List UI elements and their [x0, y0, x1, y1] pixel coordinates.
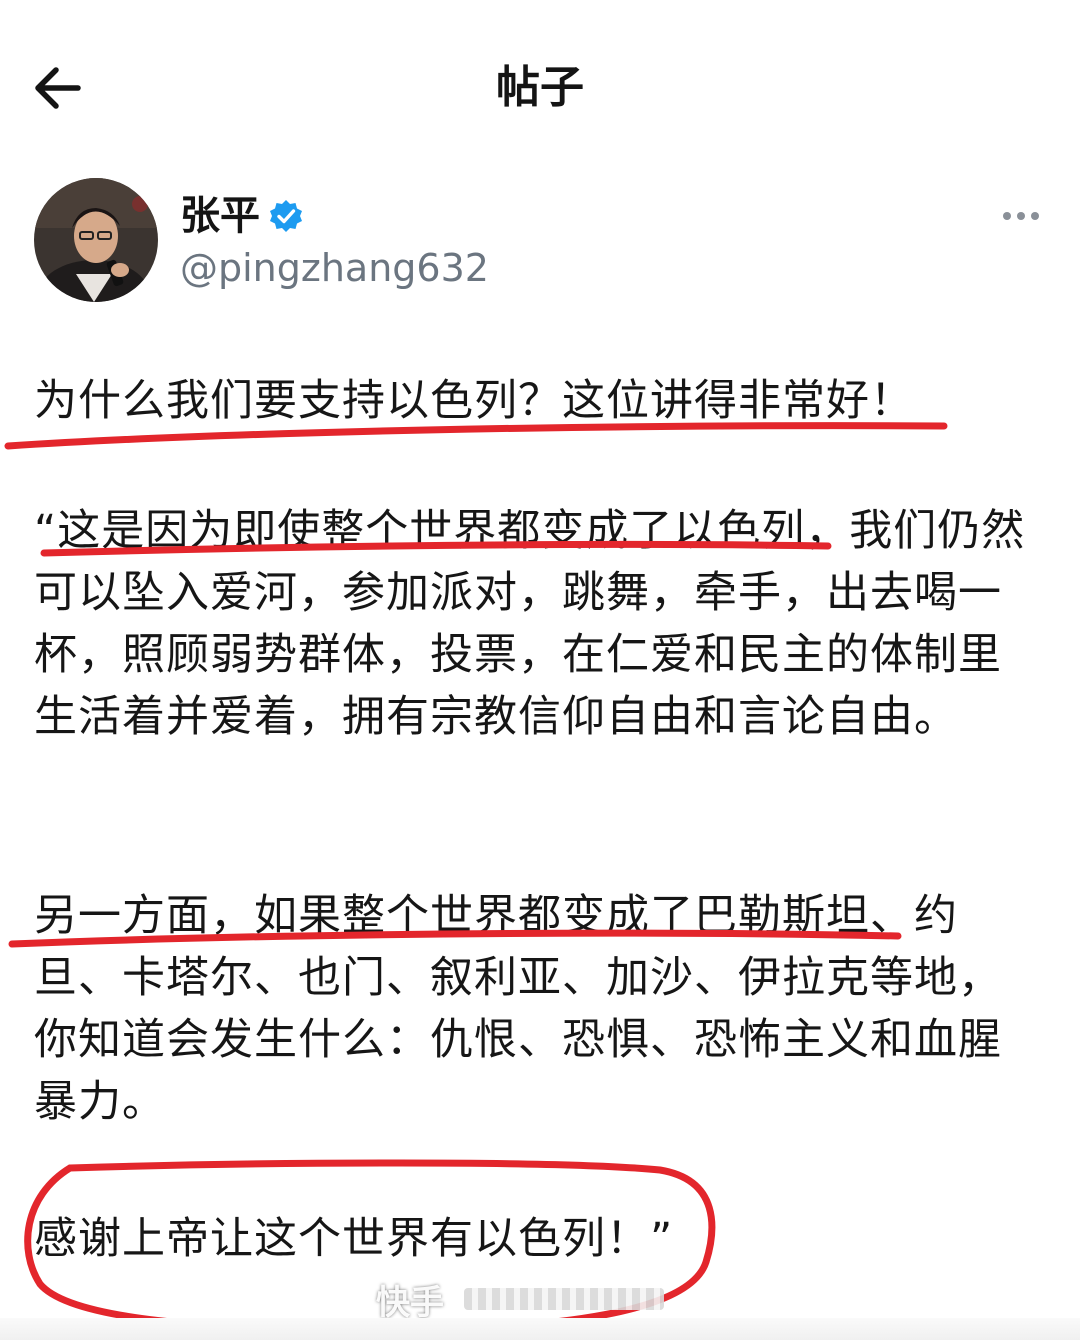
watermark: 快手: [376, 1274, 664, 1324]
author-handle: @pingzhang632: [180, 246, 489, 290]
post-paragraph: 另一方面，如果整个世界都变成了巴勒斯坦、约旦、卡塔尔、也门、叙利亚、加沙、伊拉克…: [34, 891, 1002, 1127]
avatar[interactable]: [34, 178, 158, 302]
top-bar: 帖子: [0, 0, 1080, 170]
watermark-id-bar: [464, 1288, 664, 1310]
watermark-text: 快手: [376, 1282, 444, 1323]
post-paragraph: 感谢上帝让这个世界有以色列！”: [34, 1214, 674, 1264]
author-name[interactable]: 张平: [180, 188, 260, 244]
verified-badge-icon: [270, 200, 302, 232]
bottom-edge: [0, 1318, 1080, 1340]
more-options-button[interactable]: [996, 196, 1046, 236]
post-paragraph: 为什么我们要支持以色列？这位讲得非常好！: [34, 376, 914, 426]
more-dots-icon: [1003, 212, 1039, 220]
post-paragraph: “这是因为即使整个世界都变成了以色列，我们仍然可以坠入爱河，参加派对，跳舞，牵手…: [34, 506, 1026, 742]
author-row: 张平: [180, 188, 304, 244]
page-title: 帖子: [496, 62, 584, 113]
